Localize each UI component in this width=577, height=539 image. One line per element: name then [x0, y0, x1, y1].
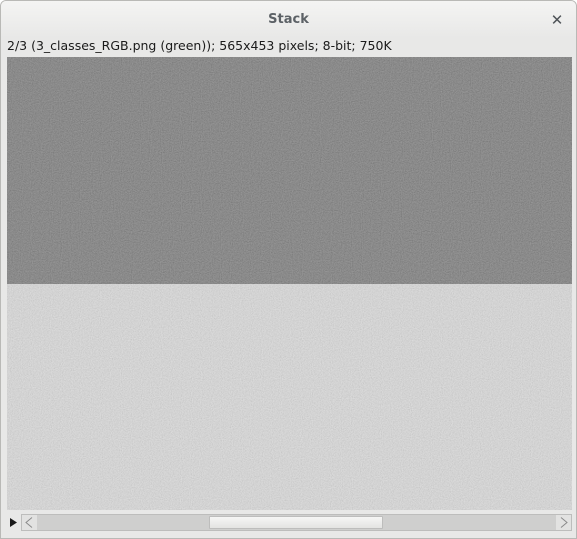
scrollbar-thumb[interactable]	[209, 516, 383, 529]
image-region-dark	[7, 57, 572, 284]
scroll-right-button[interactable]	[556, 515, 571, 530]
noise-texture	[7, 57, 572, 284]
title-bar[interactable]: Stack ✕	[1, 1, 576, 38]
chevron-left-icon	[25, 517, 33, 528]
image-info-line: 2/3 (3_classes_RGB.png (green)); 565x453…	[7, 38, 392, 53]
close-button[interactable]: ✕	[546, 10, 568, 30]
image-region-light	[7, 284, 572, 510]
noise-texture	[7, 284, 572, 510]
window-title: Stack	[268, 12, 309, 27]
scrollbar-track[interactable]	[21, 514, 572, 531]
chevron-right-icon	[560, 517, 568, 528]
slice-scrollbar[interactable]	[7, 514, 572, 531]
stack-window: Stack ✕ 2/3 (3_classes_RGB.png (green));…	[0, 0, 577, 539]
play-button[interactable]	[7, 514, 21, 531]
play-triangle-icon	[10, 518, 17, 527]
scroll-left-button[interactable]	[22, 515, 37, 530]
close-icon: ✕	[550, 11, 564, 29]
image-canvas[interactable]	[7, 57, 572, 510]
